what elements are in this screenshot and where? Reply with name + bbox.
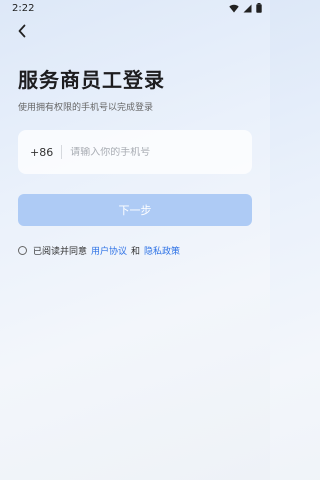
next-button[interactable]: 下一步	[18, 194, 252, 226]
phone-field[interactable]: +86	[18, 130, 252, 174]
divider	[61, 145, 63, 159]
wifi-icon	[229, 4, 239, 12]
agreement-checkbox[interactable]	[18, 246, 27, 255]
user-agreement-link[interactable]: 用户协议	[91, 244, 127, 257]
battery-icon	[256, 3, 262, 13]
phone-input[interactable]	[70, 146, 231, 158]
country-code[interactable]: +86	[30, 146, 53, 159]
agreement-prefix: 已阅读并同意	[33, 247, 88, 257]
status-icons	[229, 3, 262, 13]
privacy-policy-link[interactable]: 隐私政策	[144, 244, 180, 257]
chevron-left-icon	[18, 24, 26, 38]
page-title: 服务商员工登录	[18, 68, 165, 92]
back-button[interactable]	[11, 20, 33, 42]
status-time: 2:22	[12, 3, 35, 14]
agreement-conjunction: 和	[131, 247, 141, 257]
signal-icon	[243, 4, 252, 12]
page-subtitle: 使用拥有权限的手机号以完成登录	[18, 103, 154, 113]
status-bar: 2:22	[0, 0, 270, 18]
agreement-row: 已阅读并同意 用户协议 和 隐私政策	[18, 244, 183, 257]
